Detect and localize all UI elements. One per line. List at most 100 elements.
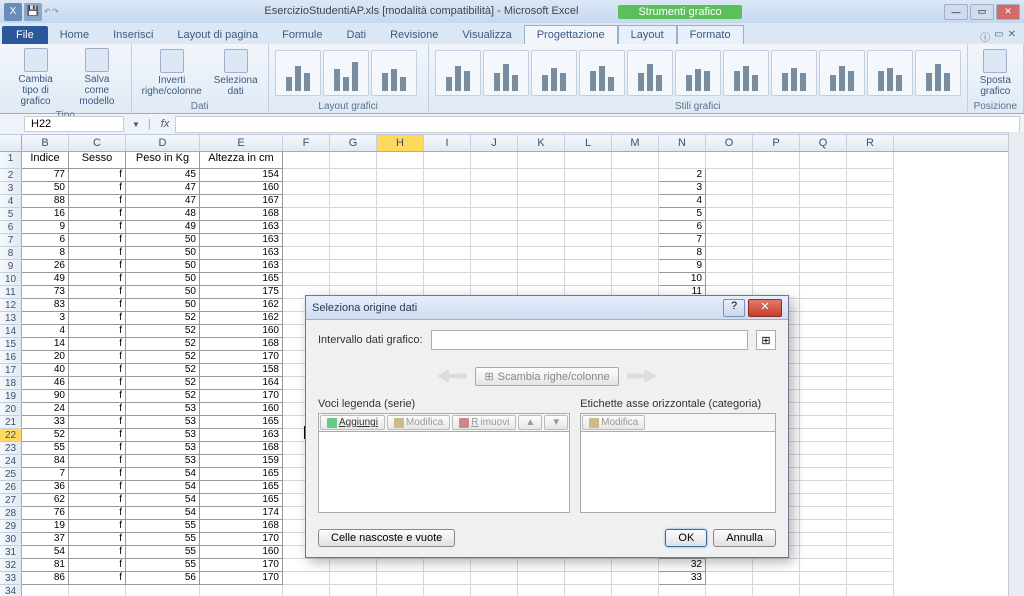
cell[interactable]	[753, 559, 800, 572]
cell[interactable]: f	[69, 416, 126, 429]
cell[interactable]	[800, 182, 847, 195]
cell[interactable]	[283, 221, 330, 234]
column-header-P[interactable]: P	[753, 135, 800, 151]
cell[interactable]	[800, 234, 847, 247]
cell[interactable]	[424, 152, 471, 169]
cell[interactable]	[518, 208, 565, 221]
cell[interactable]: 165	[200, 468, 283, 481]
add-series-button[interactable]: Aggiungi	[320, 415, 385, 430]
tab-dati[interactable]: Dati	[335, 26, 379, 44]
cell[interactable]	[847, 520, 894, 533]
cell[interactable]: 86	[22, 572, 69, 585]
cell[interactable]	[800, 208, 847, 221]
cell[interactable]: 160	[200, 325, 283, 338]
cell[interactable]	[847, 572, 894, 585]
cell[interactable]: 160	[200, 403, 283, 416]
cell[interactable]: 54	[126, 468, 200, 481]
cell[interactable]: f	[69, 507, 126, 520]
cell[interactable]: 73	[22, 286, 69, 299]
cell[interactable]	[518, 152, 565, 169]
column-header-E[interactable]: E	[200, 135, 283, 151]
cell[interactable]: 7	[659, 234, 706, 247]
cell[interactable]	[800, 152, 847, 169]
column-header-Q[interactable]: Q	[800, 135, 847, 151]
cell[interactable]	[518, 182, 565, 195]
cell[interactable]: f	[69, 182, 126, 195]
move-chart-button[interactable]: Sposta grafico	[974, 47, 1017, 99]
cell[interactable]: 62	[22, 494, 69, 507]
hidden-cells-button[interactable]: Celle nascoste e vuote	[318, 529, 455, 547]
cell[interactable]	[518, 234, 565, 247]
cell[interactable]	[800, 546, 847, 559]
cell[interactable]	[565, 572, 612, 585]
cell[interactable]: 50	[126, 299, 200, 312]
cell[interactable]: 52	[126, 364, 200, 377]
cell[interactable]: 26	[22, 260, 69, 273]
cell[interactable]	[706, 247, 753, 260]
cell[interactable]	[706, 572, 753, 585]
cell[interactable]	[471, 234, 518, 247]
redo-icon[interactable]: ↷	[52, 7, 58, 16]
cell[interactable]	[706, 273, 753, 286]
cell[interactable]	[424, 273, 471, 286]
cell[interactable]: 52	[126, 377, 200, 390]
cell[interactable]	[800, 364, 847, 377]
cell[interactable]	[330, 152, 377, 169]
cell[interactable]: 49	[126, 221, 200, 234]
cell[interactable]	[471, 152, 518, 169]
cell[interactable]: f	[69, 351, 126, 364]
cell[interactable]: 33	[22, 416, 69, 429]
cell[interactable]: f	[69, 299, 126, 312]
cell[interactable]	[471, 195, 518, 208]
cell[interactable]	[847, 377, 894, 390]
cell[interactable]	[753, 152, 800, 169]
cell[interactable]: f	[69, 273, 126, 286]
cell[interactable]: 76	[22, 507, 69, 520]
cell[interactable]: 55	[126, 546, 200, 559]
cell[interactable]	[706, 169, 753, 182]
cell[interactable]	[283, 559, 330, 572]
cell[interactable]	[518, 195, 565, 208]
cell[interactable]: 20	[22, 351, 69, 364]
cell[interactable]	[471, 182, 518, 195]
cell[interactable]	[518, 221, 565, 234]
move-up-button[interactable]: ▲	[518, 415, 542, 430]
excel-icon[interactable]: X	[4, 3, 22, 21]
ribbon-close-icon[interactable]: ✕	[1008, 29, 1016, 44]
cell[interactable]: 47	[126, 195, 200, 208]
cell[interactable]: 168	[200, 338, 283, 351]
cell[interactable]: 170	[200, 390, 283, 403]
cell[interactable]	[471, 572, 518, 585]
cell[interactable]: 4	[22, 325, 69, 338]
cell[interactable]	[847, 455, 894, 468]
tab-progettazione[interactable]: Progettazione	[524, 25, 618, 44]
cell[interactable]	[800, 260, 847, 273]
legend-series-listbox[interactable]	[318, 431, 570, 513]
dialog-help-button[interactable]: ?	[723, 299, 745, 317]
column-header-D[interactable]: D	[126, 135, 200, 151]
cell[interactable]: 53	[126, 429, 200, 442]
cell[interactable]	[518, 559, 565, 572]
cell[interactable]: 84	[22, 455, 69, 468]
cell[interactable]	[200, 585, 283, 596]
switch-row-column-dialog-button[interactable]: ⊞Scambia righe/colonne	[475, 367, 618, 386]
cell[interactable]	[706, 195, 753, 208]
cell[interactable]: 170	[200, 351, 283, 364]
column-header-I[interactable]: I	[424, 135, 471, 151]
tab-revisione[interactable]: Revisione	[378, 26, 450, 44]
cell[interactable]	[471, 585, 518, 596]
cell[interactable]	[659, 152, 706, 169]
cell[interactable]	[330, 273, 377, 286]
cell[interactable]	[330, 221, 377, 234]
cell[interactable]: 40	[22, 364, 69, 377]
cell[interactable]: f	[69, 234, 126, 247]
cell[interactable]: 170	[200, 572, 283, 585]
cell[interactable]	[471, 273, 518, 286]
row-header[interactable]: 19	[0, 390, 22, 403]
cell[interactable]	[330, 234, 377, 247]
cell[interactable]	[612, 208, 659, 221]
cell[interactable]: 160	[200, 546, 283, 559]
cell[interactable]: 36	[22, 481, 69, 494]
cell[interactable]	[126, 585, 200, 596]
cell[interactable]	[471, 208, 518, 221]
